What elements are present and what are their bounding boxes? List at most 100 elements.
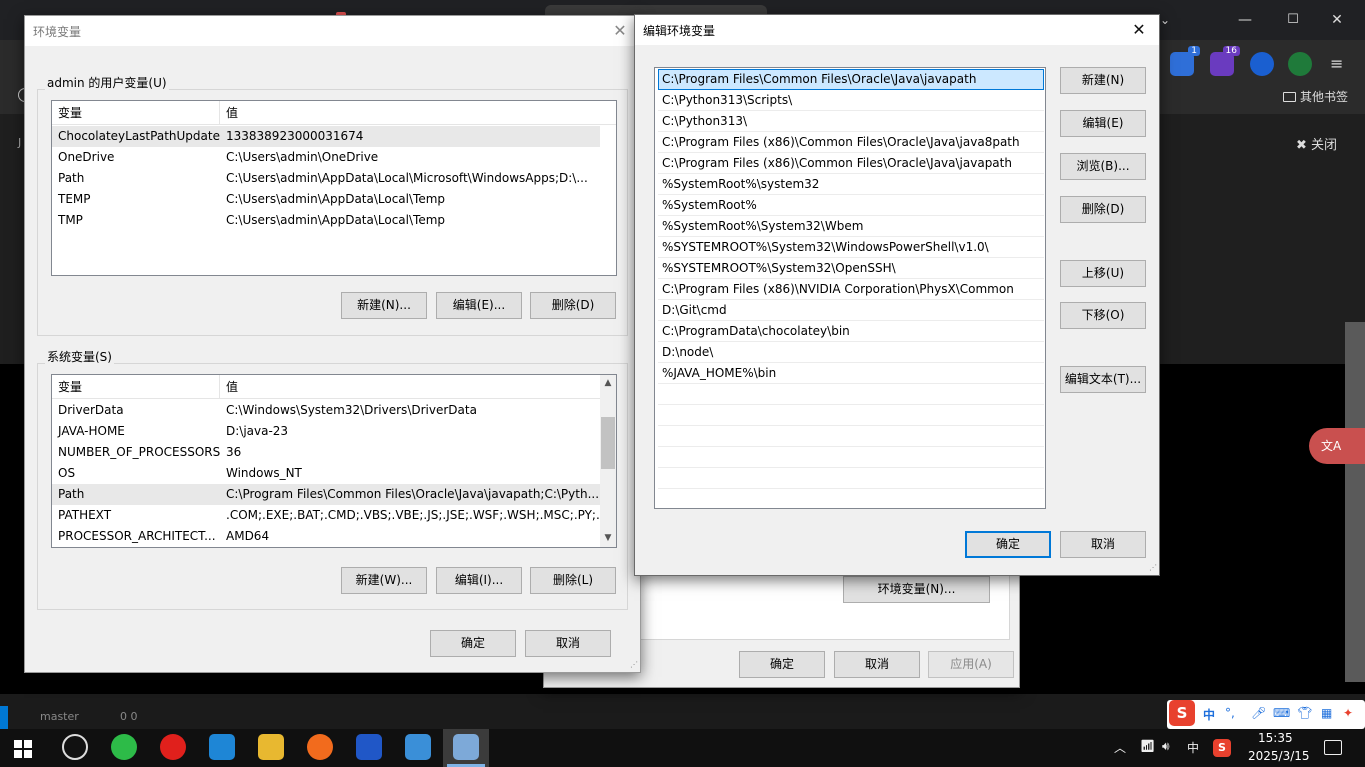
path-entry[interactable]: C:\Program Files\Common Files\Oracle\Jav…: [658, 69, 1044, 90]
user-var-row[interactable]: ChocolateyLastPathUpdate 1338389230000316…: [52, 126, 600, 147]
ime-mode[interactable]: 中: [1203, 706, 1215, 723]
start-windows-icon[interactable]: [14, 740, 32, 758]
wechat-icon[interactable]: [111, 734, 137, 760]
path-entry[interactable]: C:\Program Files (x86)\Common Files\Orac…: [658, 132, 1044, 153]
resize-grip-icon[interactable]: ⋰: [628, 660, 638, 670]
sysprop-ok-button[interactable]: 确定: [739, 651, 825, 678]
edit-cancel-button[interactable]: 取消: [1060, 531, 1146, 558]
notification-icon[interactable]: [1324, 740, 1342, 755]
user-var-row[interactable]: TMP C:\Users\admin\AppData\Local\Temp: [52, 210, 600, 231]
page-scrollbar[interactable]: [1345, 322, 1365, 682]
tray-expand-icon[interactable]: ︿: [1114, 739, 1126, 756]
path-edit-button[interactable]: 编辑(E): [1060, 110, 1146, 137]
close-link[interactable]: ✖ 关闭: [1296, 134, 1337, 153]
clock-date[interactable]: 2025/3/15: [1248, 749, 1310, 763]
skin-icon[interactable]: 👕︎: [1297, 706, 1312, 720]
control-panel-icon[interactable]: [405, 734, 431, 760]
path-entry[interactable]: %SYSTEMROOT%\System32\OpenSSH\: [658, 258, 1044, 279]
path-entry[interactable]: C:\Program Files (x86)\NVIDIA Corporatio…: [658, 279, 1044, 300]
path-entry[interactable]: %SystemRoot%\System32\Wbem: [658, 216, 1044, 237]
scroll-up-arrow-icon[interactable]: ▲: [600, 375, 616, 392]
system-properties-icon[interactable]: [453, 734, 479, 760]
browser-menu-icon[interactable]: ≡: [1330, 54, 1343, 73]
sogou-logo-icon[interactable]: S: [1169, 700, 1195, 726]
path-entry[interactable]: D:\Git\cmd: [658, 300, 1044, 321]
edit-ok-button[interactable]: 确定: [965, 531, 1051, 558]
sysprop-cancel-button[interactable]: 取消: [834, 651, 920, 678]
system-delete-button[interactable]: 删除(L): [530, 567, 616, 594]
user-var-row[interactable]: OneDrive C:\Users\admin\OneDrive: [52, 147, 600, 168]
empty-path-slot[interactable]: [658, 384, 1044, 405]
iqiyi-icon[interactable]: [160, 734, 186, 760]
path-entry[interactable]: D:\node\: [658, 342, 1044, 363]
system-var-row[interactable]: JAVA-HOME D:\java-23: [52, 421, 600, 442]
system-variables-list[interactable]: 变量 值 DriverData C:\Windows\System32\Drive…: [51, 374, 617, 548]
user-new-button[interactable]: 新建(N)...: [341, 292, 427, 319]
path-entry[interactable]: C:\Python313\Scripts\: [658, 90, 1044, 111]
system-var-row[interactable]: DriverData C:\Windows\System32\Drivers\Dr…: [52, 400, 600, 421]
move-up-button[interactable]: 上移(U): [1060, 260, 1146, 287]
path-entry[interactable]: %SYSTEMROOT%\System32\WindowsPowerShell\…: [658, 237, 1044, 258]
vpn-extension-icon[interactable]: [1288, 52, 1312, 76]
empty-path-slot[interactable]: [658, 426, 1044, 447]
window-close-icon[interactable]: ✕: [1328, 10, 1346, 30]
vscode-icon[interactable]: [209, 734, 235, 760]
system-edit-button[interactable]: 编辑(I)...: [436, 567, 522, 594]
scroll-down-arrow-icon[interactable]: ▼: [600, 530, 616, 547]
edit-text-button[interactable]: 编辑文本(T)...: [1060, 366, 1146, 393]
header-value[interactable]: 值: [226, 101, 238, 125]
path-entry[interactable]: C:\ProgramData\chocolatey\bin: [658, 321, 1044, 342]
qq-icon[interactable]: [62, 734, 88, 760]
path-browse-button[interactable]: 浏览(B)...: [1060, 153, 1146, 180]
git-branch[interactable]: master: [40, 710, 79, 723]
other-bookmarks-folder[interactable]: 其他书签: [1283, 88, 1348, 105]
system-var-row[interactable]: OS Windows_NT: [52, 463, 600, 484]
path-delete-button[interactable]: 删除(D): [1060, 196, 1146, 223]
clock-time[interactable]: 15:35: [1258, 731, 1293, 745]
file-explorer-icon[interactable]: [258, 734, 284, 760]
input-language[interactable]: 中: [1187, 739, 1199, 756]
shield-extension-icon[interactable]: [1250, 52, 1274, 76]
translate-button[interactable]: 文A: [1309, 428, 1365, 464]
resize-grip-icon[interactable]: ⋰: [1147, 563, 1157, 573]
scroll-thumb[interactable]: [601, 417, 615, 469]
user-delete-button[interactable]: 删除(D): [530, 292, 616, 319]
env-ok-button[interactable]: 确定: [430, 630, 516, 657]
empty-path-slot[interactable]: [658, 405, 1044, 426]
path-entry[interactable]: %SystemRoot%\system32: [658, 174, 1044, 195]
edit-close-icon[interactable]: ✕: [1119, 15, 1159, 45]
system-var-row[interactable]: PATHEXT .COM;.EXE;.BAT;.CMD;.VBS;.VBE;.JS…: [52, 505, 616, 526]
system-new-button[interactable]: 新建(W)...: [341, 567, 427, 594]
path-entry[interactable]: %JAVA_HOME%\bin: [658, 363, 1044, 384]
network-icon[interactable]: 📶︎: [1140, 739, 1155, 753]
minimize-icon[interactable]: —: [1236, 10, 1254, 30]
ublock-extension-icon[interactable]: 16: [1210, 46, 1240, 76]
env-cancel-button[interactable]: 取消: [525, 630, 611, 657]
header-value[interactable]: 值: [226, 375, 238, 399]
system-list-scrollbar[interactable]: ▲ ▼: [600, 375, 616, 547]
firefox-icon[interactable]: [307, 734, 333, 760]
volume-icon[interactable]: 🔊︎: [1162, 739, 1170, 754]
system-var-row[interactable]: Path C:\Program Files\Common Files\Oracle…: [52, 484, 600, 505]
path-list[interactable]: C:\Program Files\Common Files\Oracle\Jav…: [654, 67, 1046, 509]
path-entry[interactable]: %SystemRoot%: [658, 195, 1044, 216]
bitwarden-extension-icon[interactable]: 1: [1170, 46, 1200, 76]
path-entry[interactable]: C:\Program Files (x86)\Common Files\Orac…: [658, 153, 1044, 174]
remote-indicator[interactable]: [0, 706, 8, 730]
user-var-row[interactable]: TEMP C:\Users\admin\AppData\Local\Temp: [52, 189, 600, 210]
system-var-row[interactable]: NUMBER_OF_PROCESSORS 36: [52, 442, 600, 463]
toolbox-icon[interactable]: ▦: [1321, 706, 1332, 720]
microphone-icon[interactable]: 🎤︎: [1251, 706, 1266, 720]
maximize-icon[interactable]: ☐: [1284, 10, 1302, 30]
path-new-button[interactable]: 新建(N): [1060, 67, 1146, 94]
empty-path-slot[interactable]: [658, 489, 1044, 508]
sogou-tray-icon[interactable]: S: [1213, 739, 1231, 757]
header-variable[interactable]: 变量: [52, 101, 220, 125]
user-variables-list[interactable]: 变量 值 ChocolateyLastPathUpdate 13383892300…: [51, 100, 617, 276]
environment-variables-button[interactable]: 环境变量(N)...: [843, 576, 990, 603]
empty-path-slot[interactable]: [658, 447, 1044, 468]
user-var-row[interactable]: Path C:\Users\admin\AppData\Local\Microso…: [52, 168, 600, 189]
path-entry[interactable]: C:\Python313\: [658, 111, 1044, 132]
punctuation-icon[interactable]: °,: [1225, 706, 1235, 720]
tab-search-icon[interactable]: ⌄: [1158, 10, 1172, 30]
